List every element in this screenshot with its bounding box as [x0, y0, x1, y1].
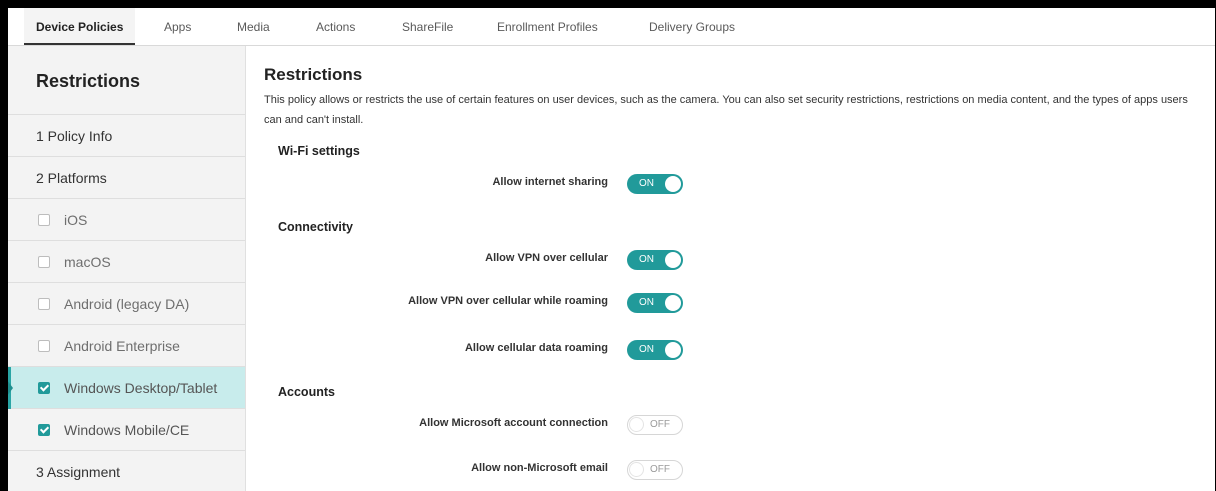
platform-checkbox-checked[interactable] [38, 423, 50, 436]
toggle-state: ON [639, 297, 654, 308]
section-title-connectivity: Connectivity [278, 220, 354, 234]
sidebar-item-assignment[interactable]: 3 Assignment [8, 451, 245, 491]
sidebar-item-windows-mobile-ce[interactable]: Windows Mobile/CE [8, 409, 245, 451]
setting-label-vpn-cellular: Allow VPN over cellular [485, 252, 608, 264]
setting-label-cellular-data-roaming: Allow cellular data roaming [464, 342, 608, 354]
sidebar-item-macos[interactable]: macOS [8, 241, 245, 283]
selected-arrow-icon [8, 380, 13, 396]
tab-media[interactable]: Media [237, 8, 270, 45]
toggle-knob [665, 342, 681, 358]
toggle-state: ON [639, 178, 654, 189]
sidebar-item-label: iOS [64, 212, 88, 228]
sidebar-item-platforms[interactable]: 2 Platforms [8, 157, 245, 199]
tab-enrollment-profiles[interactable]: Enrollment Profiles [497, 8, 598, 45]
sidebar-title: Restrictions [8, 46, 245, 115]
tab-apps[interactable]: Apps [164, 8, 191, 45]
setting-label-microsoft-account: Allow Microsoft account connection [419, 417, 608, 429]
top-tab-bar: Device Policies Apps Media Actions Share… [8, 8, 1215, 46]
setting-label-internet-sharing: Allow internet sharing [492, 176, 608, 188]
sidebar-item-label: Android Enterprise [64, 338, 180, 354]
sidebar-item-policy-info[interactable]: 1 Policy Info [8, 115, 245, 157]
cellular-data-roaming-toggle[interactable]: ON [627, 340, 683, 360]
sidebar: Restrictions 1 Policy Info 2 Platforms i… [8, 46, 246, 491]
sidebar-item-android-enterprise[interactable]: Android Enterprise [8, 325, 245, 367]
internet-sharing-toggle[interactable]: ON [627, 174, 683, 194]
toggle-state: OFF [650, 419, 670, 430]
vpn-cellular-roaming-toggle[interactable]: ON [627, 293, 683, 313]
toggle-knob [665, 252, 681, 268]
section-title-wifi: Wi-Fi settings [278, 144, 360, 158]
tab-sharefile[interactable]: ShareFile [402, 8, 453, 45]
sidebar-item-label: Android (legacy DA) [64, 296, 190, 312]
platform-checkbox[interactable] [38, 255, 50, 268]
section-title-accounts: Accounts [278, 385, 335, 399]
tab-actions[interactable]: Actions [316, 8, 355, 45]
main-content: Restrictions This policy allows or restr… [261, 46, 1211, 491]
sidebar-item-label: Windows Mobile/CE [64, 422, 190, 438]
toggle-knob [629, 417, 644, 432]
sidebar-item-android-legacy-da[interactable]: Android (legacy DA) [8, 283, 245, 325]
toggle-state: ON [639, 254, 654, 265]
platform-checkbox[interactable] [38, 297, 50, 310]
page-description: This policy allows or restricts the use … [264, 94, 1188, 126]
vpn-cellular-toggle[interactable]: ON [627, 250, 683, 270]
toggle-state: OFF [650, 464, 670, 475]
setting-label-non-microsoft-email: Allow non-Microsoft email [471, 462, 608, 474]
platform-checkbox-checked[interactable] [38, 381, 50, 394]
toggle-knob [665, 176, 681, 192]
microsoft-account-toggle[interactable]: OFF [627, 415, 683, 435]
app-frame: Device Policies Apps Media Actions Share… [8, 8, 1215, 491]
non-microsoft-email-toggle[interactable]: OFF [627, 460, 683, 480]
sidebar-item-ios[interactable]: iOS [8, 199, 245, 241]
sidebar-item-windows-desktop-tablet[interactable]: Windows Desktop/Tablet [8, 367, 245, 409]
platform-checkbox[interactable] [38, 339, 50, 352]
toggle-knob [629, 462, 644, 477]
setting-label-vpn-cellular-roaming: Allow VPN over cellular while roaming [408, 295, 608, 307]
page-title: Restrictions [264, 65, 363, 84]
tab-device-policies[interactable]: Device Policies [24, 8, 136, 45]
platform-checkbox[interactable] [38, 213, 50, 226]
sidebar-item-label: macOS [64, 254, 111, 270]
toggle-knob [665, 295, 681, 311]
tab-delivery-groups[interactable]: Delivery Groups [649, 8, 735, 45]
toggle-state: ON [639, 344, 654, 355]
sidebar-item-label: Windows Desktop/Tablet [64, 380, 218, 396]
